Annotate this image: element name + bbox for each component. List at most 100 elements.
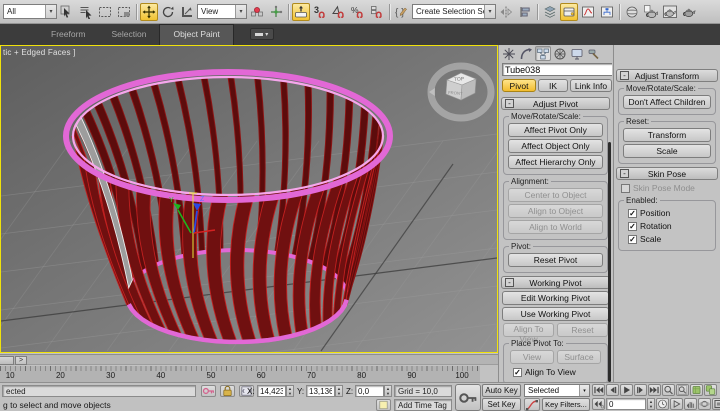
render-production-icon[interactable] — [680, 3, 698, 21]
x-spinner[interactable]: ▲▼ — [286, 385, 294, 397]
tab-hierarchy-icon[interactable] — [535, 46, 551, 61]
mode-button-pivot[interactable]: Pivot — [502, 79, 536, 92]
set-key-button[interactable]: Set Key — [482, 398, 521, 411]
object-name-field[interactable] — [502, 63, 612, 76]
mode-button-ik[interactable]: IK — [538, 79, 568, 92]
keyboard-shortcut-override-icon[interactable] — [292, 3, 310, 21]
play-animation-icon[interactable] — [620, 384, 633, 396]
checkbox-box: ✓ — [628, 209, 637, 218]
next-frame-icon[interactable] — [634, 384, 647, 396]
button-affect-hierarchy-only[interactable]: Affect Hierarchy Only — [508, 155, 602, 169]
checkbox-rotation[interactable]: ✓Rotation — [628, 221, 706, 231]
spinner-snap-toggle-icon[interactable] — [368, 3, 386, 21]
viewport-canvas[interactable]: YZTOPFRONT — [1, 46, 497, 352]
tangent-curve-icon[interactable] — [524, 398, 540, 411]
ribbon-tab-selection[interactable]: Selection — [98, 24, 159, 45]
zoom-extents-icon[interactable] — [690, 384, 703, 396]
checkbox-position[interactable]: ✓Position — [628, 208, 706, 218]
curve-editor-icon[interactable] — [579, 3, 597, 21]
button-use-working-pivot[interactable]: Use Working Pivot — [502, 307, 609, 321]
use-pivot-point-center-icon[interactable] — [248, 3, 266, 21]
edit-named-selection-sets-icon[interactable]: { } — [393, 3, 411, 21]
y-coordinate-field[interactable] — [306, 385, 335, 397]
time-slider[interactable]: > — [0, 354, 498, 365]
ribbon-tab-object-paint[interactable]: Object Paint — [159, 24, 233, 45]
material-editor-icon[interactable] — [623, 3, 641, 21]
rollout-adjust-pivot[interactable]: -Adjust Pivot — [501, 97, 610, 110]
set-keys-button[interactable] — [455, 384, 481, 411]
maximize-viewport-toggle-icon[interactable] — [712, 398, 720, 410]
tab-modify-icon[interactable] — [518, 46, 534, 61]
z-coordinate-field[interactable] — [355, 385, 384, 397]
mode-button-link-info[interactable]: Link Info — [570, 79, 612, 92]
select-object-icon[interactable] — [58, 3, 76, 21]
align-icon[interactable] — [516, 3, 534, 21]
x-coordinate-field[interactable] — [257, 385, 286, 397]
frame-spinner[interactable]: ▲▼ — [647, 398, 655, 410]
button-affect-object-only[interactable]: Affect Object Only — [508, 139, 602, 153]
window-crossing-toggle-icon[interactable] — [115, 3, 133, 21]
offset-mode-icon[interactable] — [376, 399, 391, 411]
key-mode-dropdown[interactable]: Selected ▾ — [524, 384, 590, 397]
z-spinner[interactable]: ▲▼ — [384, 385, 392, 397]
schematic-view-icon[interactable] — [598, 3, 616, 21]
panel-scrollbar[interactable] — [608, 142, 611, 382]
zoom-icon[interactable] — [662, 384, 675, 396]
reference-coordinate-system-dropdown[interactable]: View▾ — [197, 4, 247, 19]
checkbox-scale[interactable]: ✓Scale — [628, 234, 706, 244]
key-mode-toggle-icon[interactable] — [592, 398, 605, 410]
lock-icon[interactable] — [220, 385, 235, 397]
graphite-ribbon-toggle-icon[interactable] — [560, 3, 578, 21]
previous-frame-icon[interactable] — [606, 384, 619, 396]
angle-snap-toggle-icon[interactable] — [330, 3, 348, 21]
tab-display-icon[interactable] — [569, 46, 585, 61]
manage-layers-icon[interactable] — [541, 3, 559, 21]
perspective-viewport[interactable]: YZTOPFRONT tic + Edged Faces ] — [0, 45, 498, 353]
select-and-manipulate-icon[interactable] — [267, 3, 285, 21]
ribbon-minimize-icon[interactable]: ▾ — [250, 28, 274, 40]
rollout-skin-pose[interactable]: -Skin Pose — [616, 167, 718, 180]
ribbon-tab-freeform[interactable]: Freeform — [38, 24, 98, 45]
button-don-t-affect-children[interactable]: Don't Affect Children — [623, 95, 710, 109]
key-icon[interactable] — [201, 385, 216, 397]
rendered-frame-window-icon[interactable] — [661, 3, 679, 21]
tab-create-icon[interactable] — [501, 46, 517, 61]
rollout-adjust-transform[interactable]: -Adjust Transform — [616, 69, 718, 82]
tab-utilities-icon[interactable] — [586, 46, 602, 61]
select-and-scale-icon[interactable] — [178, 3, 196, 21]
go-to-end-icon[interactable] — [648, 384, 661, 396]
zoom-extents-all-icon[interactable] — [704, 384, 717, 396]
pan-view-icon[interactable] — [684, 398, 697, 410]
track-bar[interactable]: 102030405060708090100 — [0, 366, 480, 382]
current-frame-field[interactable] — [606, 398, 646, 410]
render-setup-icon[interactable] — [642, 3, 660, 21]
select-and-move-icon[interactable] — [140, 3, 158, 21]
button-transform[interactable]: Transform — [623, 128, 710, 142]
auto-key-button[interactable]: Auto Key — [482, 384, 521, 397]
next-frame-button[interactable]: > — [15, 356, 27, 365]
button-affect-pivot-only[interactable]: Affect Pivot Only — [508, 123, 602, 137]
key-filters-button[interactable]: Key Filters... — [542, 398, 590, 411]
zoom-all-icon[interactable] — [676, 384, 689, 396]
time-slider-handle[interactable] — [0, 356, 14, 365]
go-to-start-icon[interactable] — [592, 384, 605, 396]
orbit-view-icon[interactable] — [698, 398, 711, 410]
rectangular-selection-region-icon[interactable] — [96, 3, 114, 21]
snaps-toggle-3d-icon[interactable]: 3 — [311, 3, 329, 21]
region-zoom-icon[interactable] — [670, 398, 683, 410]
percent-snap-toggle-icon[interactable]: % — [349, 3, 367, 21]
mirror-icon[interactable] — [497, 3, 515, 21]
rollout-working-pivot[interactable]: -Working Pivot — [501, 276, 610, 289]
add-time-tag[interactable]: Add Time Tag — [394, 399, 452, 411]
y-spinner[interactable]: ▲▼ — [335, 385, 343, 397]
selection-filter-dropdown[interactable]: All▾ — [3, 4, 57, 19]
named-selection-sets-dropdown[interactable]: Create Selection Se▾ — [412, 4, 496, 19]
button-edit-working-pivot[interactable]: Edit Working Pivot — [502, 291, 609, 305]
checkbox-align-to-view[interactable]: ✓Align To View — [513, 367, 598, 377]
button-reset-pivot[interactable]: Reset Pivot — [508, 253, 602, 267]
select-and-rotate-icon[interactable] — [159, 3, 177, 21]
tab-motion-icon[interactable] — [552, 46, 568, 61]
button-scale[interactable]: Scale — [623, 144, 710, 158]
time-configuration-icon[interactable] — [656, 398, 669, 410]
select-by-name-icon[interactable] — [77, 3, 95, 21]
